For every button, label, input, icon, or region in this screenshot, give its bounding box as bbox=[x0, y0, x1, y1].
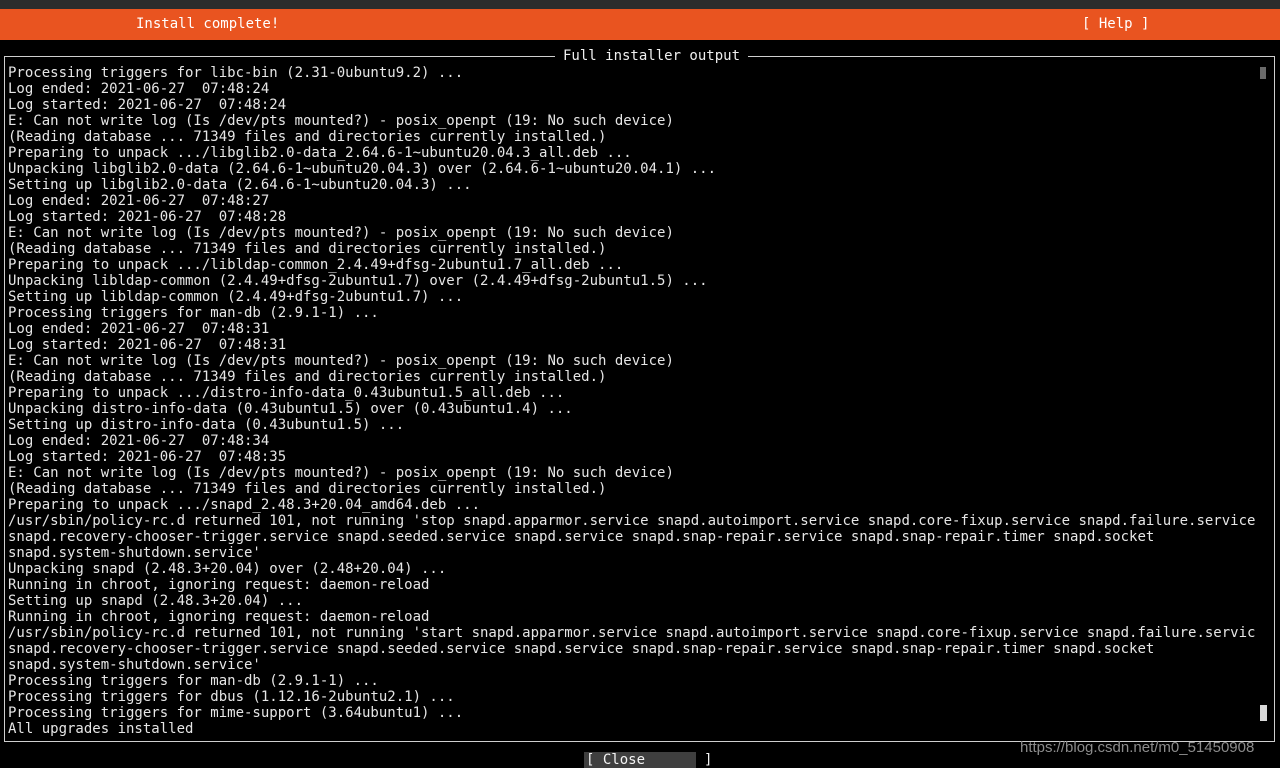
log-line: Preparing to unpack .../libldap-common_2… bbox=[8, 257, 624, 273]
log-line: (Reading database ... 71349 files and di… bbox=[8, 481, 607, 497]
log-line: E: Can not write log (Is /dev/pts mounte… bbox=[8, 113, 674, 129]
log-line: Log ended: 2021-06-27 07:48:34 bbox=[8, 433, 270, 449]
close-button[interactable]: [ Close ] bbox=[584, 752, 712, 768]
watermark: https://blog.csdn.net/m0_51450908 bbox=[1020, 739, 1255, 756]
log-line: Log started: 2021-06-27 07:48:35 bbox=[8, 449, 287, 465]
log-line: Preparing to unpack .../libglib2.0-data_… bbox=[8, 145, 632, 161]
log-line: E: Can not write log (Is /dev/pts mounte… bbox=[8, 465, 674, 481]
log-line: Log ended: 2021-06-27 07:48:31 bbox=[8, 321, 270, 337]
log-line: Setting up libldap-common (2.4.49+dfsg-2… bbox=[8, 289, 464, 305]
help-button[interactable]: [ Help ] bbox=[1082, 9, 1149, 40]
page-title: Install complete! bbox=[136, 16, 280, 32]
log-line: Processing triggers for mime-support (3.… bbox=[8, 705, 464, 721]
log-line: Unpacking libglib2.0-data (2.64.6-1~ubun… bbox=[8, 161, 717, 177]
log-line: Processing triggers for libc-bin (2.31-0… bbox=[8, 65, 464, 81]
log-line: Preparing to unpack .../snapd_2.48.3+20.… bbox=[8, 497, 481, 513]
log-line: Preparing to unpack .../distro-info-data… bbox=[8, 385, 565, 401]
log-line: All upgrades installed bbox=[8, 721, 194, 737]
log-line: snapd.recovery-chooser-trigger.service s… bbox=[8, 529, 1155, 545]
log-line: Processing triggers for dbus (1.12.16-2u… bbox=[8, 689, 455, 705]
log-line: /usr/sbin/policy-rc.d returned 101, not … bbox=[8, 625, 1256, 641]
log-line: Setting up snapd (2.48.3+20.04) ... bbox=[8, 593, 304, 609]
log-line: Unpacking distro-info-data (0.43ubuntu1.… bbox=[8, 401, 573, 417]
log-line: snapd.system-shutdown.service' bbox=[8, 545, 261, 561]
log-line: E: Can not write log (Is /dev/pts mounte… bbox=[8, 353, 674, 369]
log-line: E: Can not write log (Is /dev/pts mounte… bbox=[8, 225, 674, 241]
log-line: snapd.recovery-chooser-trigger.service s… bbox=[8, 641, 1155, 657]
log-line: Processing triggers for man-db (2.9.1-1)… bbox=[8, 305, 379, 321]
log-line: Log started: 2021-06-27 07:48:28 bbox=[8, 209, 287, 225]
log-line: Setting up libglib2.0-data (2.64.6-1~ubu… bbox=[8, 177, 472, 193]
log-line: /usr/sbin/policy-rc.d returned 101, not … bbox=[8, 513, 1256, 529]
log-line: snapd.system-shutdown.service' bbox=[8, 657, 261, 673]
scrollbar-top-indicator bbox=[1260, 67, 1266, 79]
scrollbar-track[interactable] bbox=[1259, 67, 1268, 725]
output-panel-title: Full installer output bbox=[555, 47, 749, 65]
scrollbar[interactable] bbox=[1259, 67, 1268, 725]
log-line: Unpacking libldap-common (2.4.49+dfsg-2u… bbox=[8, 273, 708, 289]
top-strip bbox=[0, 0, 1280, 9]
installer-output-frame: Full installer output Processing trigger… bbox=[4, 47, 1275, 742]
scrollbar-thumb[interactable] bbox=[1260, 705, 1267, 721]
log-line: Setting up distro-info-data (0.43ubuntu1… bbox=[8, 417, 405, 433]
log-line: (Reading database ... 71349 files and di… bbox=[8, 241, 607, 257]
header-bar: Install complete! [ Help ] bbox=[0, 9, 1280, 40]
log-line: (Reading database ... 71349 files and di… bbox=[8, 129, 607, 145]
installer-screen: Install complete! [ Help ] Full installe… bbox=[0, 0, 1280, 768]
log-line: Log ended: 2021-06-27 07:48:27 bbox=[8, 193, 270, 209]
log-line: Running in chroot, ignoring request: dae… bbox=[8, 609, 430, 625]
log-output[interactable]: Processing triggers for libc-bin (2.31-0… bbox=[8, 65, 1256, 737]
log-line: Processing triggers for man-db (2.9.1-1)… bbox=[8, 673, 379, 689]
log-line: Unpacking snapd (2.48.3+20.04) over (2.4… bbox=[8, 561, 447, 577]
log-line: Running in chroot, ignoring request: dae… bbox=[8, 577, 430, 593]
log-line: (Reading database ... 71349 files and di… bbox=[8, 369, 607, 385]
log-line: Log started: 2021-06-27 07:48:24 bbox=[8, 97, 287, 113]
log-line: Log started: 2021-06-27 07:48:31 bbox=[8, 337, 287, 353]
log-line: Log ended: 2021-06-27 07:48:24 bbox=[8, 81, 270, 97]
